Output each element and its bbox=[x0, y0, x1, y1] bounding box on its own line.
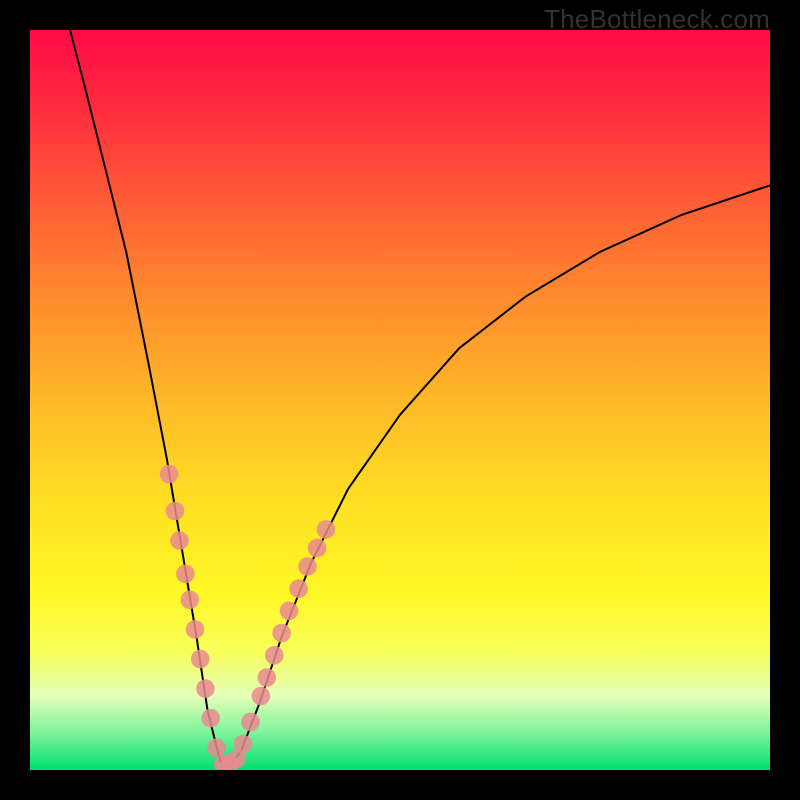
data-marker bbox=[176, 565, 195, 584]
chart-svg bbox=[30, 30, 770, 770]
data-marker bbox=[241, 713, 260, 732]
data-marker bbox=[191, 650, 210, 669]
data-marker bbox=[170, 531, 189, 550]
data-marker bbox=[196, 679, 215, 698]
plot-area bbox=[30, 30, 770, 770]
data-marker bbox=[160, 465, 179, 484]
data-marker bbox=[258, 668, 277, 687]
data-marker bbox=[201, 709, 220, 728]
data-marker bbox=[272, 624, 291, 643]
data-marker bbox=[289, 579, 308, 598]
data-marker bbox=[298, 557, 317, 576]
data-marker bbox=[280, 602, 299, 621]
bottleneck-curve bbox=[70, 30, 770, 766]
data-marker bbox=[265, 646, 284, 665]
data-marker bbox=[186, 620, 205, 639]
data-marker bbox=[234, 735, 253, 754]
data-marker bbox=[181, 591, 200, 610]
data-marker bbox=[166, 502, 185, 521]
data-marker bbox=[308, 539, 327, 558]
data-marker bbox=[252, 687, 271, 706]
data-marker bbox=[207, 739, 226, 758]
data-marker bbox=[317, 520, 336, 539]
